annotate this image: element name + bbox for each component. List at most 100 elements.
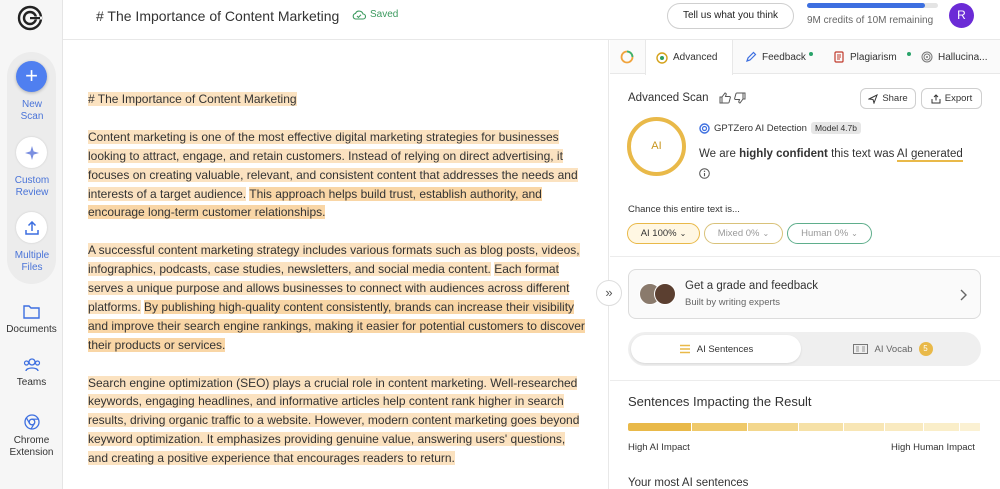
- tab-feedback-label: Feedback: [762, 51, 806, 63]
- folder-icon: [23, 305, 40, 319]
- nav-teams-label: Teams: [16, 377, 47, 388]
- ai-percentage: AI 100%: [640, 228, 677, 239]
- panel-tabs: Advanced Feedback Plagiarism Hallucina..…: [610, 40, 1000, 75]
- double-chevron-right-icon: »: [605, 285, 613, 300]
- ai-percentage-pill[interactable]: AI 100% ⌄: [627, 223, 700, 244]
- scan-title: Advanced Scan: [628, 92, 709, 104]
- top-bar: # The Importance of Content Marketing Sa…: [63, 0, 1000, 40]
- results-panel: Advanced Feedback Plagiarism Hallucina..…: [610, 40, 1000, 489]
- upload-icon: [24, 220, 39, 235]
- human-percentage-pill[interactable]: Human 0% ⌄: [787, 223, 872, 244]
- mixed-percentage-pill[interactable]: Mixed 0% ⌄: [704, 223, 783, 244]
- chevron-down-icon: ⌄: [679, 229, 687, 238]
- tab-plagiarism-label: Plagiarism: [850, 51, 897, 63]
- nav-documents[interactable]: Documents: [0, 304, 63, 336]
- most-ai-title: Your most AI sentences: [628, 477, 749, 489]
- tab-hallucination[interactable]: Hallucina...: [911, 40, 1000, 74]
- gptzero-logo[interactable]: [16, 4, 44, 32]
- nav-documents-label: Documents: [6, 324, 57, 335]
- editor-paragraph-1: Content marketing is one of the most eff…: [88, 128, 588, 223]
- new-scan-label: New Scan: [20, 99, 44, 122]
- export-icon: [931, 93, 941, 103]
- user-avatar[interactable]: R: [949, 3, 974, 28]
- editor-text[interactable]: # The Importance of Content Marketing Co…: [88, 90, 588, 487]
- confidence-middle: this text was: [827, 148, 897, 160]
- document-title[interactable]: # The Importance of Content Marketing: [96, 8, 339, 24]
- advanced-icon: [656, 51, 668, 64]
- tab-hallucination-label: Hallucina...: [938, 51, 988, 63]
- tab-advanced[interactable]: Advanced: [645, 40, 733, 75]
- thumbs-up-icon[interactable]: [719, 92, 731, 104]
- gptzero-icon: [699, 122, 710, 134]
- nav-teams[interactable]: Teams: [0, 358, 63, 389]
- thumbs-down-icon[interactable]: [734, 92, 746, 104]
- nav-chrome-label-1: Chrome: [13, 435, 50, 446]
- share-label: Share: [882, 93, 908, 104]
- ai-score-ring: AI: [627, 117, 686, 176]
- vocab-count-badge: 5: [918, 342, 933, 356]
- mixed-percentage: Mixed 0%: [717, 228, 760, 239]
- custom-review-button[interactable]: [16, 137, 47, 168]
- team-icon: [23, 358, 40, 372]
- confidence-prefix: We are: [699, 148, 740, 160]
- export-button[interactable]: Export: [921, 88, 982, 109]
- editor-paragraph-2: A successful content marketing strategy …: [88, 241, 588, 354]
- share-button[interactable]: Share: [860, 88, 916, 109]
- plagiarism-icon: [834, 51, 844, 63]
- credits-progress: [807, 3, 938, 8]
- editor[interactable]: # The Importance of Content Marketing Co…: [63, 40, 609, 489]
- sentence-highlight[interactable]: Search engine optimization (SEO) plays a…: [88, 375, 580, 466]
- custom-review-label: Custom Review: [14, 175, 50, 198]
- ai-vocab-tab[interactable]: AI Vocab 5: [808, 335, 978, 363]
- credits-progress-fill: [807, 3, 925, 8]
- hallucination-icon: [921, 51, 933, 63]
- nav-chrome-label-2: Extension: [9, 447, 54, 458]
- tool-group: + New Scan Custom Review Multiple Files: [7, 52, 56, 284]
- confidence-result: AI generated: [896, 148, 963, 162]
- ai-sentences-tab[interactable]: AI Sentences: [631, 335, 801, 363]
- nav-chrome-extension[interactable]: Chrome Extension: [0, 414, 63, 459]
- info-icon[interactable]: [699, 168, 710, 179]
- saved-status: Saved: [352, 9, 398, 20]
- grade-title: Get a grade and feedback: [685, 280, 818, 292]
- tab-plagiarism[interactable]: Plagiarism: [823, 40, 911, 74]
- collapse-panel-button[interactable]: »: [596, 280, 622, 306]
- impact-segment: [691, 423, 747, 431]
- impact-segment: [628, 423, 691, 431]
- left-rail: + New Scan Custom Review Multiple Files Doc…: [0, 0, 63, 489]
- grade-feedback-card[interactable]: Get a grade and feedback Built by writin…: [628, 269, 981, 319]
- detector-line: GPTZero AI Detection Model 4.7b: [699, 122, 861, 134]
- chevron-right-icon: [960, 289, 967, 301]
- impact-right-label: High Human Impact: [891, 442, 975, 453]
- credits-text: 9M credits of 10M remaining: [807, 15, 934, 26]
- tab-loading[interactable]: [610, 40, 645, 74]
- new-scan-button[interactable]: +: [16, 61, 47, 92]
- sentence-highlight[interactable]: By publishing high-quality content consi…: [88, 299, 585, 352]
- saved-label: Saved: [370, 9, 399, 20]
- cloud-check-icon: [352, 10, 366, 20]
- vocab-icon: [853, 344, 869, 354]
- sentence-highlight[interactable]: # The Importance of Content Marketing: [88, 92, 297, 106]
- impact-segment: [885, 423, 924, 431]
- impact-left-label: High AI Impact: [628, 442, 690, 453]
- divider: [610, 256, 1000, 257]
- tab-feedback[interactable]: Feedback: [735, 40, 823, 74]
- spinner-icon: [620, 50, 634, 64]
- multiple-files-button[interactable]: [16, 212, 47, 243]
- editor-heading: # The Importance of Content Marketing: [88, 90, 588, 109]
- sparkle-icon: [24, 145, 39, 160]
- ai-sentences-label: AI Sentences: [696, 343, 754, 355]
- confidence-text: We are highly confident this text was AI…: [699, 148, 963, 162]
- human-percentage: Human 0%: [801, 228, 849, 239]
- chevron-down-icon: ⌄: [851, 229, 858, 238]
- detector-name: GPTZero AI Detection: [714, 122, 807, 134]
- plus-icon: +: [25, 63, 38, 88]
- export-label: Export: [944, 93, 973, 104]
- model-badge: Model 4.7b: [810, 122, 861, 134]
- tell-us-button[interactable]: Tell us what you think: [667, 3, 794, 29]
- impact-bar: [628, 423, 981, 431]
- impact-segment: [798, 423, 844, 431]
- feedback-icon: [746, 51, 757, 62]
- impact-segment: [747, 423, 798, 431]
- status-dot: [809, 52, 813, 56]
